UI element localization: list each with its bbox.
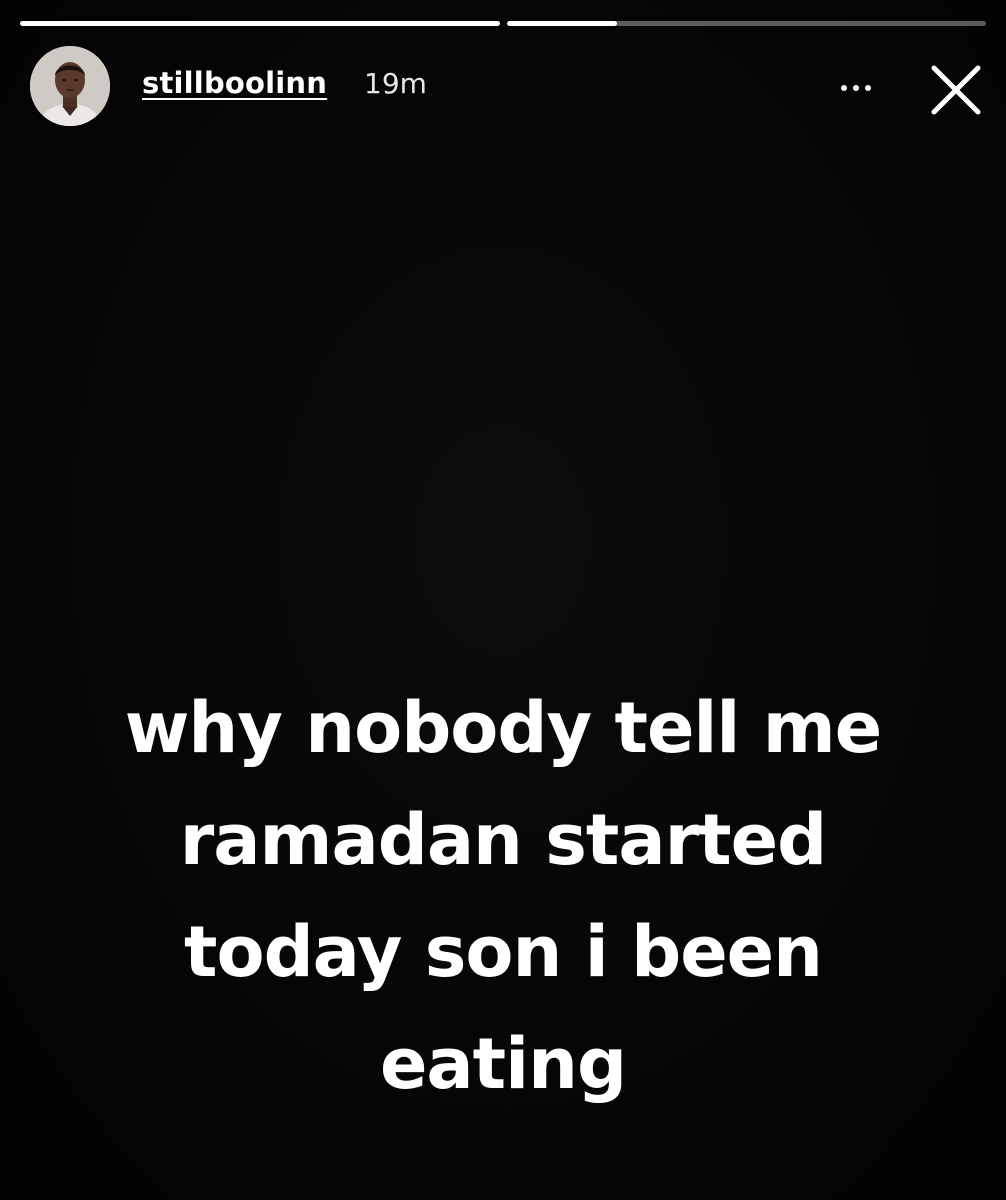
close-icon (931, 65, 981, 115)
more-options-button[interactable] (826, 66, 886, 110)
more-options-icon (841, 85, 847, 91)
caption-line: today son i been (184, 911, 823, 993)
story-viewer[interactable]: stillboolinn 19m why nobody tell me rama… (0, 0, 1006, 1200)
progress-segment-2 (506, 21, 986, 26)
progress-segment-1-fill (20, 21, 500, 26)
story-timestamp: 19m (364, 67, 427, 100)
username-link[interactable]: stillboolinn (142, 66, 327, 100)
progress-segment-1 (20, 21, 500, 26)
avatar[interactable] (30, 46, 110, 126)
close-button[interactable] (926, 60, 986, 120)
caption-line: eating (379, 1023, 627, 1105)
more-options-icon (865, 85, 871, 91)
story-header: stillboolinn 19m (30, 46, 981, 130)
profile-photo (30, 46, 110, 126)
more-options-icon (853, 85, 859, 91)
progress-segment-2-fill (506, 21, 617, 26)
story-caption: why nobody tell me ramadan started today… (0, 672, 1006, 1120)
caption-line: ramadan started (179, 799, 827, 881)
story-progress-bar (20, 21, 986, 26)
caption-line: why nobody tell me (124, 687, 882, 769)
